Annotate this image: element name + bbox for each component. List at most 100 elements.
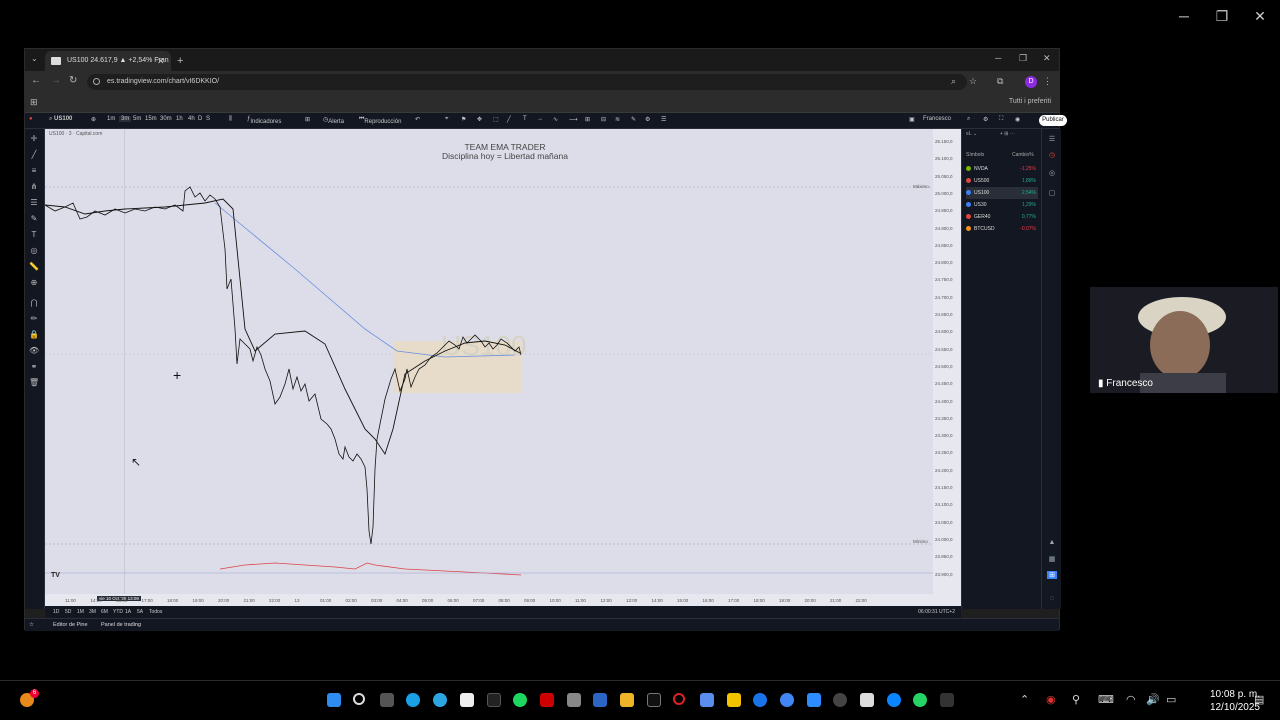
magnet-icon[interactable]: ⋂ [29,299,39,307]
line-icon[interactable]: ╱ [507,116,511,123]
path-icon[interactable]: ∿ [553,116,558,123]
indicators-button[interactable]: ƒ Indicadores [247,116,281,125]
grid-icon[interactable]: ⊞ [585,116,590,123]
interval-s[interactable]: S [206,116,210,122]
range-5d[interactable]: 5D [65,609,71,615]
symbol-search[interactable]: ⌕ US100 [49,116,72,123]
app-circle-icon[interactable] [887,693,901,707]
replay-button[interactable]: ⏮ Reproducción [359,116,401,125]
timezone-label[interactable]: 06:00:31 UTC+2 [918,609,955,615]
settings-icon[interactable]: ⚙ [983,116,988,123]
layouts-icon[interactable]: ⊞ [305,116,310,123]
trading-panel-tab[interactable]: Panel de trading [101,622,141,628]
extensions-icon[interactable]: ⧉ [997,76,1003,87]
app-red-icon[interactable] [540,693,554,707]
browser-minimize-icon[interactable]: ─ [995,53,1001,63]
wifi-icon[interactable]: ◠ [1126,693,1136,706]
app-blue-icon[interactable] [700,693,714,707]
tray-bluetooth-icon[interactable]: ⚲ [1072,693,1080,706]
trendline-icon[interactable]: ╱ [29,151,39,159]
undo-icon[interactable]: ↶ [415,116,420,123]
search-icon[interactable]: ⌕ [967,116,970,123]
pine-editor-tab[interactable]: Editor de Pine [53,622,88,628]
lock-icon[interactable]: 🔒 [29,331,39,339]
settings-icon[interactable]: ⚙ [645,116,650,123]
settings-app-icon[interactable] [833,693,847,707]
hotlist-icon[interactable]: ◎ [1047,169,1057,177]
alerts-icon[interactable]: ◷ [1047,151,1057,159]
fib-icon[interactable]: ≋ [615,116,620,123]
drawing-tool-icon[interactable]: ⌖ [445,116,448,123]
frame-icon[interactable]: ⬚ [493,116,499,123]
range-todos[interactable]: Todos [149,609,162,615]
fullscreen-icon[interactable]: ⛶ [999,116,1003,123]
pitchfork-icon[interactable]: ⋔ [29,183,39,191]
browser-tab[interactable]: US100 24.617,9 ▲ +2,54% Fran [45,51,171,71]
whatsapp-icon[interactable] [913,693,927,707]
interval-30m[interactable]: 30m [160,116,172,122]
range-5a[interactable]: 5A [137,609,143,615]
range-6m[interactable]: 6M [101,609,108,615]
minimize-icon[interactable]: ─ [1174,8,1194,24]
chrome-icon[interactable] [780,693,794,707]
address-bar[interactable]: es.tradingview.com/chart/vI6DKKIO/ [87,74,967,90]
browser-close-icon[interactable]: ✕ [1043,53,1051,64]
spotify-icon[interactable] [513,693,527,707]
star-icon[interactable]: ☆ [29,622,34,628]
tradingview-app-icon[interactable] [647,693,661,707]
watchlist-row[interactable]: BTCUSD -0,07% [966,223,1038,235]
chart-pane[interactable]: US100 · 3 · Capital.com TEAM EMA TRADER … [45,129,960,594]
measure-icon[interactable]: ⊟ [601,116,606,123]
cursor-icon[interactable]: ✛ [29,135,39,143]
app-yellow-icon[interactable] [727,693,741,707]
telegram-icon[interactable] [433,693,447,707]
new-tab-button[interactable]: + [177,51,183,71]
app-dark-icon[interactable] [940,693,954,707]
interval-d[interactable]: D [198,116,202,122]
price-axis[interactable]: 25.150,0 25.100,0 25.050,0 25.000,0 24.950,0… [933,129,961,594]
tab-close-icon[interactable]: ✕ [157,51,165,71]
browser-restore-icon[interactable]: ❐ [1019,53,1027,64]
text-icon[interactable]: T [523,116,527,122]
more-icon[interactable]: ⋮ [1043,76,1052,87]
add-to-list-icon[interactable]: + ⊞ ⋯ [1000,131,1015,137]
flag-icon[interactable]: ⚑ [461,116,466,123]
tray-app-icon[interactable]: ◉ [1046,693,1056,706]
chart-type-icon[interactable]: ⫼ [229,116,232,123]
interval-1h[interactable]: 1h [176,116,183,122]
store-icon[interactable] [460,693,474,707]
watchlist-row[interactable]: GER40 0,77% [966,211,1038,223]
tab-menu-icon[interactable]: ⌄ [31,54,38,63]
ideas-icon[interactable]: ▲ [1047,539,1057,547]
brush-icon[interactable]: ✎ [631,116,636,123]
windows-start-icon[interactable] [327,693,341,707]
calculator-icon[interactable] [593,693,607,707]
watchlist-row[interactable]: US500 1,89% [966,175,1038,187]
back-icon[interactable]: ← [31,75,41,86]
reload-icon[interactable]: ↻ [69,75,77,86]
apps-icon[interactable]: ⊞ [30,97,38,108]
range-3m[interactable]: 3M [89,609,96,615]
brush-tool-icon[interactable]: ✎ [29,215,39,223]
camera-icon[interactable]: ◉ [1015,116,1020,123]
search-icon[interactable]: ⌕ [951,76,956,87]
ray-icon[interactable]: ⟶ [569,116,578,123]
battery-icon[interactable]: ▭ [1166,693,1176,706]
horizontal-line-icon[interactable]: ≡ [29,167,39,175]
watchlist-row[interactable]: US30 1,29% [966,199,1038,211]
ruler-icon[interactable]: 📏 [29,263,39,271]
add-symbol-icon[interactable]: ⊕ [91,116,96,123]
list-icon[interactable]: ☰ [661,116,666,123]
range-1m[interactable]: 1M [77,609,84,615]
range-1a[interactable]: 1A [125,609,131,615]
alert-button[interactable]: ◷ Alerta [323,116,344,125]
interval-3m[interactable]: 3m [119,116,132,122]
watchlist-title[interactable]: ≡L ⌄ [966,131,977,137]
forward-icon[interactable]: → [51,75,61,86]
text-tool-icon[interactable]: T [29,231,39,239]
apps-grid-icon[interactable]: ⊞ [1047,571,1057,579]
close-icon[interactable]: ✕ [1250,8,1270,25]
eye-icon[interactable]: 👁 [29,347,39,355]
search-icon[interactable] [353,693,365,705]
time-axis[interactable]: vie 10 Oct '25 13:09 11:00 14:00 15:00 17:0… [45,594,961,606]
